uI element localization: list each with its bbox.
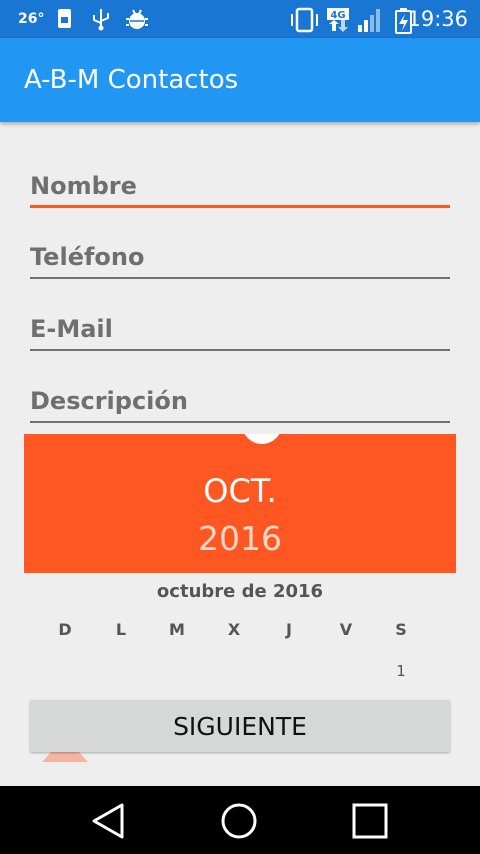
name-field[interactable]: Nombre	[30, 158, 450, 208]
back-icon[interactable]	[90, 802, 126, 840]
weekday-thursday: J	[286, 620, 292, 639]
network-type-label: 4G	[330, 10, 345, 21]
mobile-data-icon: 4G	[327, 8, 349, 32]
phone-field-underline	[30, 277, 450, 279]
next-button[interactable]: SIGUIENTE	[30, 700, 450, 752]
name-field-underline	[30, 205, 450, 208]
sim-card-icon	[58, 9, 71, 28]
calendar-day[interactable]: 1	[381, 662, 421, 680]
navigation-bar	[0, 786, 480, 854]
status-bar: 26° 4G 19:36	[0, 0, 480, 38]
app-bar: A-B-M Contactos	[0, 38, 480, 122]
header-month[interactable]: OCT.	[24, 472, 456, 510]
weekday-tuesday: M	[169, 620, 185, 639]
email-field[interactable]: E-Mail	[30, 301, 450, 351]
calendar-month-title: octubre de 2016	[156, 581, 324, 602]
temperature-indicator: 26°	[18, 11, 45, 27]
weekday-monday: L	[115, 620, 127, 639]
header-year[interactable]: 2016	[24, 519, 456, 558]
name-field-label: Nombre	[30, 172, 137, 200]
weekday-wednesday: X	[227, 620, 241, 639]
home-icon[interactable]	[220, 802, 258, 840]
clock: 19:36	[407, 7, 468, 31]
email-field-underline	[30, 349, 450, 351]
phone-field[interactable]: Teléfono	[30, 229, 450, 279]
android-debug-icon	[126, 9, 148, 29]
recents-icon[interactable]	[352, 802, 388, 840]
date-picker-header: OCT. 2016	[24, 434, 456, 573]
vibrate-icon	[291, 7, 318, 33]
signal-icon	[358, 9, 380, 32]
description-field-underline	[30, 421, 450, 423]
usb-icon	[93, 9, 109, 31]
email-field-label: E-Mail	[30, 315, 113, 343]
header-decoration	[242, 434, 282, 444]
hidden-fab-edge	[42, 752, 88, 762]
weekday-sunday: D	[58, 620, 72, 639]
weekday-friday: V	[339, 620, 353, 639]
description-field[interactable]: Descripción	[30, 373, 450, 423]
phone-field-label: Teléfono	[30, 243, 145, 271]
description-field-label: Descripción	[30, 387, 188, 415]
app-title: A-B-M Contactos	[24, 65, 239, 95]
weekday-saturday: S	[395, 620, 407, 639]
